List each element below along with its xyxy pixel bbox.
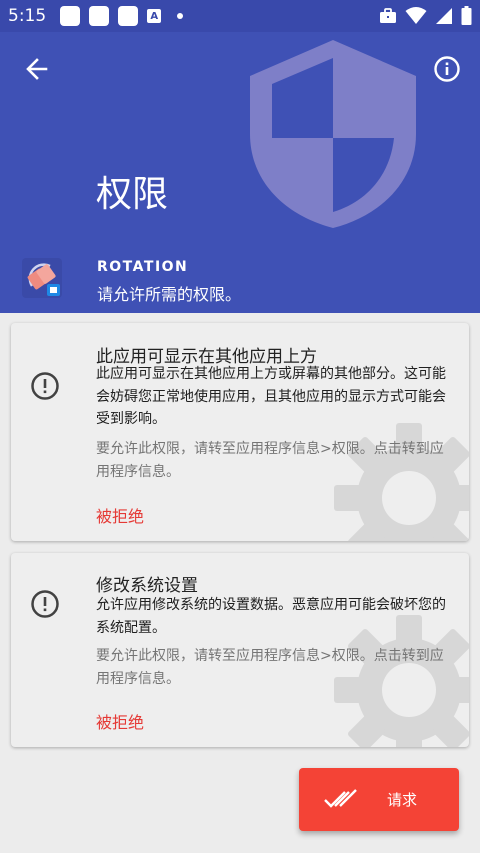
status-bar: 5:15 A	[0, 0, 480, 32]
signal-icon	[436, 7, 452, 24]
app-name: ROTATION	[97, 259, 189, 275]
notification-a-icon: A	[147, 9, 162, 23]
shield-icon	[250, 40, 416, 228]
permission-title: 修改系统设置	[96, 576, 198, 596]
briefcase-icon	[380, 7, 396, 23]
double-check-icon	[324, 789, 357, 808]
permission-description: 允许应用修改系统的设置数据。恶意应用可能会破坏您的系统配置。	[96, 597, 446, 636]
permission-card-write-settings[interactable]: 修改系统设置 允许应用修改系统的设置数据。恶意应用可能会破坏您的系统配置。 要允…	[11, 553, 469, 747]
permission-status: 被拒绝	[96, 507, 145, 526]
permission-status: 被拒绝	[96, 713, 145, 732]
notification-icon	[60, 6, 81, 26]
status-time: 5:15	[8, 6, 47, 26]
permissions-header: 权限 ROTATION 请允许所需的权限。	[0, 32, 480, 313]
permission-description: 此应用可显示在其他应用上方或屏幕的其他部分。这可能会妨碍您正常地使用应用，且其他…	[96, 366, 446, 427]
notification-icon	[89, 6, 110, 26]
header-subtitle: 请允许所需的权限。	[97, 285, 242, 304]
request-button-label: 请求	[387, 791, 418, 809]
info-icon[interactable]	[432, 54, 462, 84]
notification-dot-icon	[177, 13, 184, 19]
page-title: 权限	[96, 174, 169, 215]
permission-hint: 要允许此权限，请转至应用程序信息>权限。点击转到应用程序信息。	[96, 441, 444, 480]
wifi-icon	[405, 6, 427, 24]
permission-hint: 要允许此权限，请转至应用程序信息>权限。点击转到应用程序信息。	[96, 648, 444, 687]
permission-card-overlay[interactable]: 此应用可显示在其他应用上方 此应用可显示在其他应用上方或屏幕的其他部分。这可能会…	[11, 323, 469, 541]
warning-icon	[31, 372, 59, 400]
battery-icon	[461, 6, 472, 25]
app-icon	[22, 258, 62, 298]
warning-icon	[31, 590, 59, 618]
notification-icon	[118, 6, 139, 26]
back-arrow-icon[interactable]	[22, 54, 52, 84]
request-button[interactable]: 请求	[299, 768, 459, 831]
